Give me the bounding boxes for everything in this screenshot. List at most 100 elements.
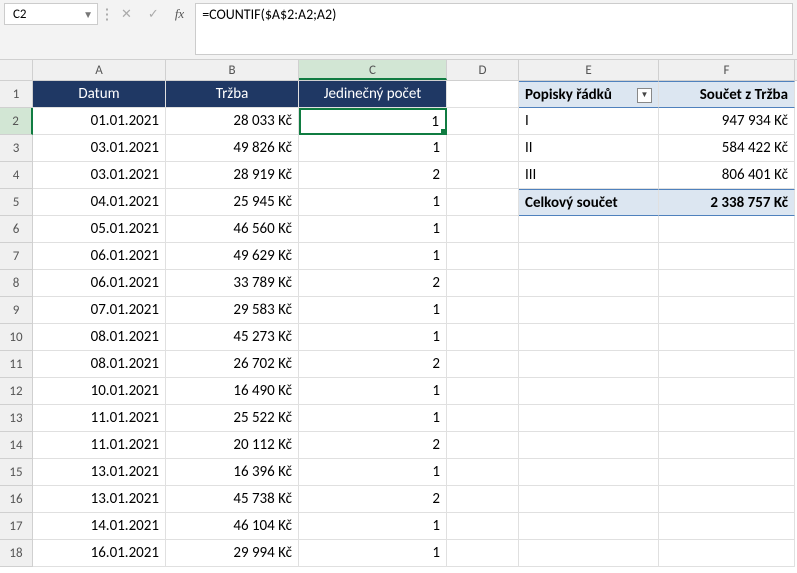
- cell-date[interactable]: 06.01.2021: [33, 243, 166, 270]
- row-header[interactable]: 17: [0, 513, 33, 540]
- row-header[interactable]: 7: [0, 243, 33, 270]
- row-header[interactable]: 1: [0, 81, 33, 108]
- col-header-d[interactable]: D: [447, 60, 519, 80]
- cell-date[interactable]: 01.01.2021: [33, 108, 166, 135]
- cell[interactable]: [447, 243, 519, 270]
- chevron-down-icon[interactable]: ▼: [83, 8, 93, 21]
- cell-amount[interactable]: 25 945 Kč: [166, 189, 299, 216]
- cell-count[interactable]: 2: [299, 351, 447, 378]
- cell-amount[interactable]: 29 994 Kč: [166, 540, 299, 567]
- cell-date[interactable]: 03.01.2021: [33, 135, 166, 162]
- row-header[interactable]: 12: [0, 378, 33, 405]
- pivot-row-label[interactable]: I: [519, 108, 659, 135]
- pivot-header-label[interactable]: Popisky řádků ▼: [519, 81, 659, 108]
- cell-date[interactable]: 13.01.2021: [33, 486, 166, 513]
- cell[interactable]: [447, 81, 519, 108]
- cell-amount[interactable]: 16 490 Kč: [166, 378, 299, 405]
- cell-count[interactable]: 1: [299, 324, 447, 351]
- col-header-e[interactable]: E: [519, 60, 659, 80]
- header-trzba[interactable]: Tržba: [166, 81, 299, 108]
- pivot-row-value[interactable]: 806 401 Kč: [659, 162, 795, 189]
- row-header[interactable]: 5: [0, 189, 33, 216]
- cell[interactable]: [659, 297, 795, 324]
- row-header[interactable]: 18: [0, 540, 33, 567]
- accept-formula-icon[interactable]: ✓: [143, 3, 164, 25]
- cell-count[interactable]: 1: [299, 459, 447, 486]
- cell-date[interactable]: 04.01.2021: [33, 189, 166, 216]
- row-header[interactable]: 10: [0, 324, 33, 351]
- cell[interactable]: [447, 432, 519, 459]
- cell[interactable]: [447, 513, 519, 540]
- cell[interactable]: [447, 486, 519, 513]
- cell-date[interactable]: 08.01.2021: [33, 324, 166, 351]
- cell[interactable]: [447, 162, 519, 189]
- cell-date[interactable]: 03.01.2021: [33, 162, 166, 189]
- cell-date[interactable]: 14.01.2021: [33, 513, 166, 540]
- cell[interactable]: [659, 486, 795, 513]
- cell-amount[interactable]: 26 702 Kč: [166, 351, 299, 378]
- row-header[interactable]: 6: [0, 216, 33, 243]
- cell[interactable]: [447, 351, 519, 378]
- cell[interactable]: [659, 270, 795, 297]
- cell[interactable]: [447, 297, 519, 324]
- filter-dropdown-icon[interactable]: ▼: [637, 88, 652, 103]
- cell-count[interactable]: 1: [299, 297, 447, 324]
- row-header[interactable]: 8: [0, 270, 33, 297]
- col-header-f[interactable]: F: [659, 60, 795, 80]
- cell[interactable]: [447, 324, 519, 351]
- cell-date[interactable]: 08.01.2021: [33, 351, 166, 378]
- pivot-header-value[interactable]: Součet z Tržba: [659, 81, 795, 108]
- pivot-row-value[interactable]: 947 934 Kč: [659, 108, 795, 135]
- cell[interactable]: [659, 243, 795, 270]
- cell[interactable]: [519, 459, 659, 486]
- cell[interactable]: [659, 540, 795, 567]
- cell[interactable]: [659, 324, 795, 351]
- cell-count[interactable]: 1: [299, 135, 447, 162]
- cell-date[interactable]: 07.01.2021: [33, 297, 166, 324]
- cell[interactable]: [519, 378, 659, 405]
- cancel-formula-icon[interactable]: ✕: [116, 3, 137, 25]
- cell[interactable]: [447, 405, 519, 432]
- cell[interactable]: [519, 486, 659, 513]
- cell-date[interactable]: 13.01.2021: [33, 459, 166, 486]
- cell-count[interactable]: 1: [299, 243, 447, 270]
- select-all-corner[interactable]: [0, 60, 33, 80]
- cell-count[interactable]: 2: [299, 162, 447, 189]
- cell-amount[interactable]: 33 789 Kč: [166, 270, 299, 297]
- row-header[interactable]: 11: [0, 351, 33, 378]
- pivot-row-label[interactable]: II: [519, 135, 659, 162]
- cell[interactable]: [659, 216, 795, 243]
- cell-count[interactable]: 1: [299, 540, 447, 567]
- cell[interactable]: [519, 540, 659, 567]
- cell[interactable]: [659, 351, 795, 378]
- cell-amount[interactable]: 28 033 Kč: [166, 108, 299, 135]
- cell-date[interactable]: 11.01.2021: [33, 405, 166, 432]
- cell-count[interactable]: 2: [299, 270, 447, 297]
- cell[interactable]: [519, 405, 659, 432]
- name-box[interactable]: C2 ▼: [4, 3, 98, 25]
- cell-amount[interactable]: 46 560 Kč: [166, 216, 299, 243]
- cell-date[interactable]: 05.01.2021: [33, 216, 166, 243]
- cell-amount[interactable]: 49 826 Kč: [166, 135, 299, 162]
- cell[interactable]: [447, 108, 519, 135]
- cell[interactable]: [519, 243, 659, 270]
- cell-count[interactable]: 2: [299, 486, 447, 513]
- row-header[interactable]: 9: [0, 297, 33, 324]
- cell-date[interactable]: 10.01.2021: [33, 378, 166, 405]
- cell[interactable]: [447, 135, 519, 162]
- row-header[interactable]: 3: [0, 135, 33, 162]
- cell[interactable]: [659, 513, 795, 540]
- cell-amount[interactable]: 28 919 Kč: [166, 162, 299, 189]
- cell-count[interactable]: 1: [299, 378, 447, 405]
- cell-count[interactable]: 1: [299, 513, 447, 540]
- cell-amount[interactable]: 49 629 Kč: [166, 243, 299, 270]
- cell[interactable]: [519, 324, 659, 351]
- header-datum[interactable]: Datum: [33, 81, 166, 108]
- row-header[interactable]: 15: [0, 459, 33, 486]
- col-header-b[interactable]: B: [166, 60, 299, 80]
- formula-input[interactable]: =COUNTIF($A$2:A2;A2): [195, 3, 793, 55]
- fx-icon[interactable]: fx: [170, 3, 189, 25]
- pivot-total-value[interactable]: 2 338 757 Kč: [659, 189, 795, 216]
- cell-count[interactable]: 2: [299, 432, 447, 459]
- pivot-total-label[interactable]: Celkový součet: [519, 189, 659, 216]
